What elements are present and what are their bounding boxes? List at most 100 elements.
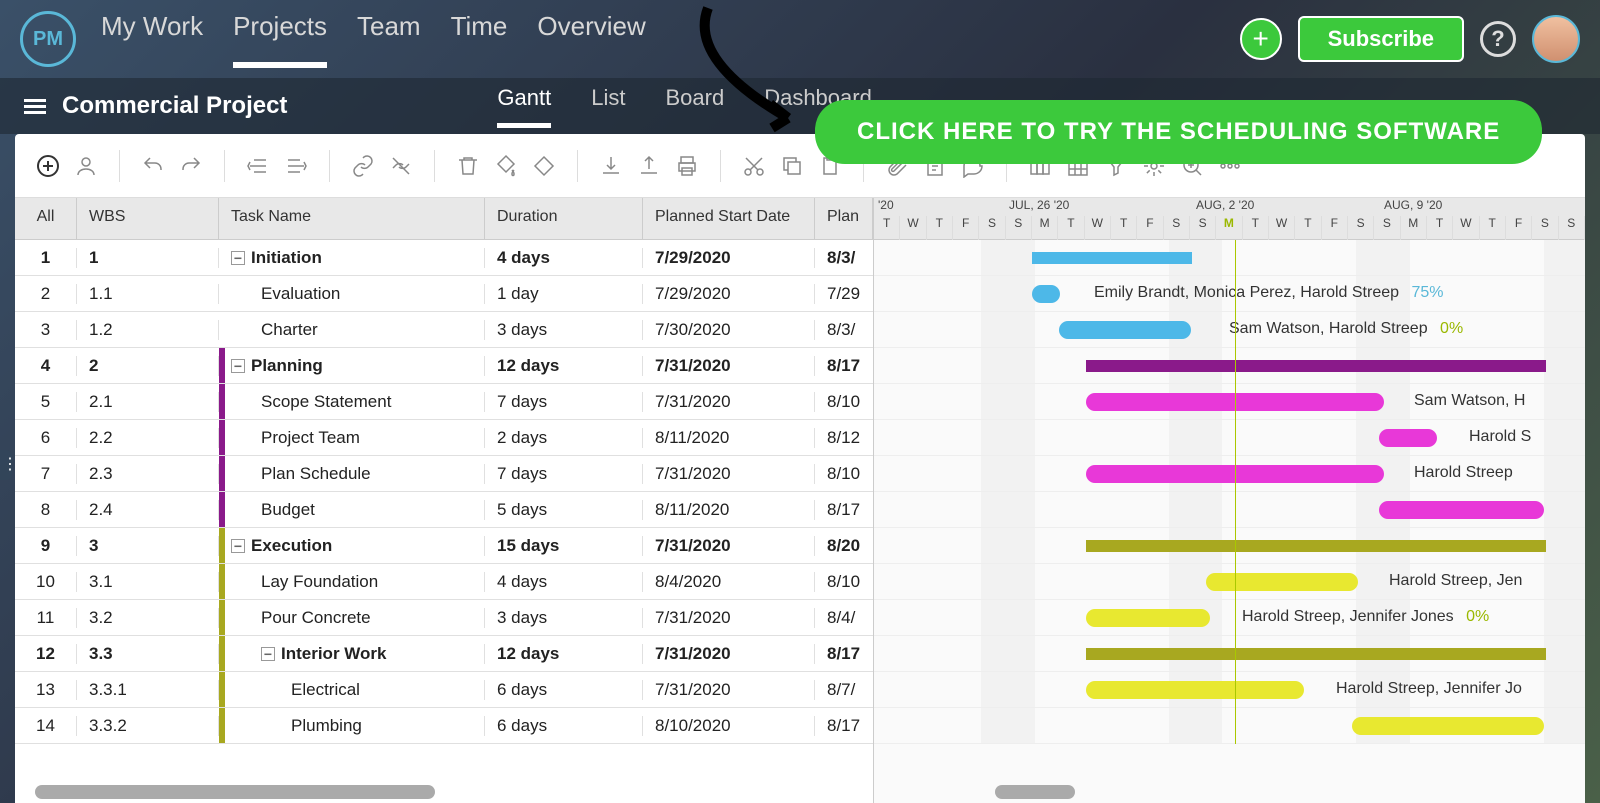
tab-gantt[interactable]: Gantt	[497, 85, 551, 128]
col-wbs[interactable]: WBS	[77, 198, 219, 239]
table-row[interactable]: 11−Initiation4 days7/29/20208/3/	[15, 240, 873, 276]
gantt-bar[interactable]	[1059, 321, 1191, 339]
col-start-date[interactable]: Planned Start Date	[643, 198, 815, 239]
table-row[interactable]: 113.2Pour Concrete3 days7/31/20208/4/	[15, 600, 873, 636]
gantt-bar[interactable]	[1032, 252, 1192, 264]
main-content: All WBS Task Name Duration Planned Start…	[15, 134, 1585, 803]
copy-icon[interactable]	[777, 151, 807, 181]
table-row[interactable]: 62.2Project Team2 days8/11/20208/12	[15, 420, 873, 456]
gantt-row[interactable]	[874, 240, 1585, 276]
gantt-row[interactable]: Harold Streep	[874, 456, 1585, 492]
gantt-row[interactable]	[874, 708, 1585, 744]
gantt-bar[interactable]	[1206, 573, 1358, 591]
nav-projects[interactable]: Projects	[233, 11, 327, 68]
delete-icon[interactable]	[453, 151, 483, 181]
day-label: W	[1269, 216, 1295, 240]
gantt-row[interactable]	[874, 528, 1585, 564]
gantt-bar[interactable]	[1379, 429, 1437, 447]
table-row[interactable]: 103.1Lay Foundation4 days8/4/20208/10	[15, 564, 873, 600]
gantt-scrollbar[interactable]	[995, 785, 1075, 799]
table-scrollbar[interactable]	[35, 785, 435, 799]
day-label: S	[1006, 216, 1032, 240]
side-drag-handle[interactable]	[0, 450, 12, 480]
tab-list[interactable]: List	[591, 85, 625, 128]
day-label: W	[900, 216, 926, 240]
today-line	[1235, 240, 1236, 744]
collapse-icon[interactable]: −	[231, 359, 245, 373]
day-label: S	[1532, 216, 1558, 240]
nav-overview[interactable]: Overview	[537, 11, 645, 68]
gantt-row[interactable]	[874, 636, 1585, 672]
col-all[interactable]: All	[15, 198, 77, 239]
gantt-bar[interactable]	[1086, 681, 1304, 699]
table-row[interactable]: 82.4Budget5 days8/11/20208/17	[15, 492, 873, 528]
gantt-row[interactable]: Sam Watson, H	[874, 384, 1585, 420]
gantt-chart[interactable]: '20 JUL, 26 '20AUG, 2 '20AUG, 9 '20 TWTF…	[873, 198, 1585, 803]
add-button[interactable]: +	[1240, 18, 1282, 60]
nav-team[interactable]: Team	[357, 11, 421, 68]
table-row[interactable]: 42−Planning12 days7/31/20208/17	[15, 348, 873, 384]
gantt-bar[interactable]	[1032, 285, 1060, 303]
indent-icon[interactable]	[281, 151, 311, 181]
collapse-icon[interactable]: −	[261, 647, 275, 661]
print-icon[interactable]	[672, 151, 702, 181]
gantt-bar[interactable]	[1352, 717, 1544, 735]
col-duration[interactable]: Duration	[485, 198, 643, 239]
col-task-name[interactable]: Task Name	[219, 198, 485, 239]
year-label: '20	[878, 198, 894, 212]
gantt-bar[interactable]	[1086, 609, 1210, 627]
month-label: AUG, 9 '20	[1384, 198, 1442, 212]
assign-icon[interactable]	[71, 151, 101, 181]
day-label: T	[1295, 216, 1321, 240]
gantt-row[interactable]: Harold Streep, Jennifer Jo	[874, 672, 1585, 708]
gantt-row[interactable]: Harold S	[874, 420, 1585, 456]
table-row[interactable]: 133.3.1Electrical6 days7/31/20208/7/	[15, 672, 873, 708]
gantt-row[interactable]	[874, 348, 1585, 384]
fill-icon[interactable]	[491, 151, 521, 181]
collapse-icon[interactable]: −	[231, 251, 245, 265]
day-label: S	[1348, 216, 1374, 240]
import-icon[interactable]	[596, 151, 626, 181]
col-end-date[interactable]: Plan	[815, 198, 873, 239]
gantt-row[interactable]: Sam Watson, Harold Streep 0%	[874, 312, 1585, 348]
app-logo[interactable]: PM	[20, 11, 76, 67]
cut-icon[interactable]	[739, 151, 769, 181]
unlink-icon[interactable]	[386, 151, 416, 181]
gantt-row[interactable]	[874, 492, 1585, 528]
export-icon[interactable]	[634, 151, 664, 181]
tab-board[interactable]: Board	[665, 85, 724, 128]
gantt-row[interactable]: Emily Brandt, Monica Perez, Harold Stree…	[874, 276, 1585, 312]
table-row[interactable]: 93−Execution15 days7/31/20208/20	[15, 528, 873, 564]
add-task-icon[interactable]	[33, 151, 63, 181]
table-row[interactable]: 72.3Plan Schedule7 days7/31/20208/10	[15, 456, 873, 492]
gantt-bar[interactable]	[1379, 501, 1544, 519]
subscribe-button[interactable]: Subscribe	[1298, 16, 1464, 62]
help-icon[interactable]: ?	[1480, 21, 1516, 57]
nav-my-work[interactable]: My Work	[101, 11, 203, 68]
nav-items: My Work Projects Team Time Overview	[101, 11, 646, 68]
menu-icon[interactable]	[24, 96, 46, 117]
table-row[interactable]: 31.2Charter3 days7/30/20208/3/	[15, 312, 873, 348]
table-row[interactable]: 52.1Scope Statement7 days7/31/20208/10	[15, 384, 873, 420]
gantt-row[interactable]: Harold Streep, Jennifer Jones 0%	[874, 600, 1585, 636]
user-avatar[interactable]	[1532, 15, 1580, 63]
undo-icon[interactable]	[138, 151, 168, 181]
gantt-row[interactable]: Harold Streep, Jen	[874, 564, 1585, 600]
table-row[interactable]: 143.3.2Plumbing6 days8/10/20208/17	[15, 708, 873, 744]
table-row[interactable]: 123.3−Interior Work12 days7/31/20208/17	[15, 636, 873, 672]
outdent-icon[interactable]	[243, 151, 273, 181]
nav-time[interactable]: Time	[451, 11, 508, 68]
gantt-bar-label: Sam Watson, H	[1414, 392, 1525, 410]
gantt-bar-label: Sam Watson, Harold Streep 0%	[1229, 320, 1463, 338]
redo-icon[interactable]	[176, 151, 206, 181]
gantt-bar[interactable]	[1086, 540, 1546, 552]
day-label: S	[979, 216, 1005, 240]
table-row[interactable]: 21.1Evaluation1 day7/29/20207/29	[15, 276, 873, 312]
cta-banner[interactable]: CLICK HERE TO TRY THE SCHEDULING SOFTWAR…	[815, 100, 1542, 164]
gantt-bar[interactable]	[1086, 360, 1546, 372]
link-icon[interactable]	[348, 151, 378, 181]
milestone-icon[interactable]	[529, 151, 559, 181]
collapse-icon[interactable]: −	[231, 539, 245, 553]
day-label: T	[1058, 216, 1084, 240]
gantt-bar[interactable]	[1086, 648, 1546, 660]
